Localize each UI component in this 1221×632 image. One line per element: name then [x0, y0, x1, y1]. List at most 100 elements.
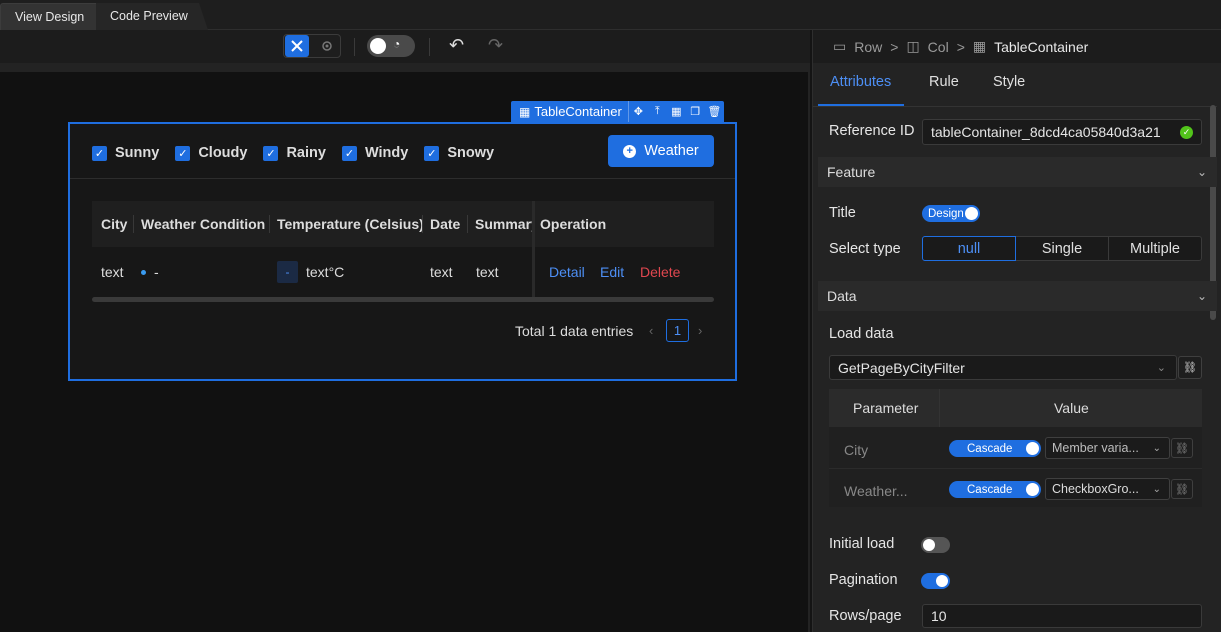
next-page-icon[interactable]: › — [698, 323, 702, 338]
checkbox-label: Snowy — [447, 145, 495, 161]
chevron-down-icon: ⌄ — [1196, 289, 1207, 303]
divider — [829, 468, 1202, 469]
select-type-null[interactable]: null — [922, 236, 1016, 261]
current-page[interactable]: 1 — [666, 319, 689, 342]
data-section-header[interactable]: Data ⌄ — [818, 281, 1217, 311]
row-icon: ▭ — [833, 38, 847, 54]
title-label: Title — [829, 205, 856, 221]
add-weather-button[interactable]: + Weather — [608, 135, 714, 167]
table-horizontal-scrollbar[interactable] — [92, 297, 714, 302]
total-entries: Total 1 data entries — [515, 323, 634, 339]
param-value: CheckboxGro... — [1052, 482, 1139, 496]
link-icon[interactable]: ⛓ — [1178, 356, 1202, 379]
preview-mode-icon[interactable] — [315, 35, 339, 57]
delete-icon[interactable]: 🗑 — [705, 101, 724, 122]
chevron-right-icon: > — [956, 38, 965, 55]
column-header[interactable]: Weather Condition — [141, 201, 269, 247]
undo-icon[interactable]: ↶ — [449, 35, 464, 56]
select-type-multiple[interactable]: Multiple — [1109, 236, 1202, 261]
filter-checkbox[interactable]: ✓ Cloudy — [175, 145, 247, 161]
param-value-select[interactable]: Member varia... ⌄ — [1045, 437, 1170, 459]
select-parent-icon[interactable]: ⤒ — [648, 101, 667, 122]
link-icon[interactable]: ⛓ — [1171, 438, 1193, 458]
divider — [813, 106, 1217, 107]
rows-per-page-label: Rows/page — [829, 608, 902, 624]
cell-date: text — [430, 264, 453, 280]
param-name: Weather... — [844, 483, 908, 499]
delete-link[interactable]: Delete — [640, 264, 680, 280]
column-divider — [422, 215, 423, 233]
tab-view-design[interactable]: View Design — [0, 3, 100, 30]
breadcrumb-col[interactable]: Col — [928, 39, 949, 55]
weather-filter-group: ✓ Sunny ✓ Cloudy ✓ Rainy ✓ Windy ✓ Snowy — [92, 145, 494, 161]
table-icon: ▦ — [519, 104, 531, 119]
component-label[interactable]: ▦ TableContainer — [511, 101, 629, 122]
breadcrumb-row[interactable]: Row — [854, 39, 882, 55]
cell-condition: - — [141, 264, 159, 280]
checkbox-label: Cloudy — [198, 145, 248, 161]
rows-per-page-input[interactable]: 10 — [922, 604, 1202, 628]
filter-checkbox[interactable]: ✓ Sunny — [92, 145, 159, 161]
tab-rule[interactable]: Rule — [929, 74, 959, 90]
reference-id-value: tableContainer_8dcd4ca05840d3a21 — [931, 124, 1161, 140]
editor-tab-bar: View Design Code Preview — [0, 0, 1221, 30]
cascade-switch[interactable]: Cascade — [949, 440, 1041, 457]
table-header: City Weather Condition Temperature (Cels… — [92, 201, 714, 300]
filter-checkbox[interactable]: ✓ Windy — [341, 145, 409, 161]
check-icon: ✓ — [92, 145, 107, 161]
cell-summary: text — [476, 264, 499, 280]
redo-icon[interactable]: ↷ — [488, 35, 503, 56]
pagination-label: Pagination — [829, 572, 898, 588]
chevron-down-icon: ⌄ — [1196, 165, 1207, 179]
select-type-single[interactable]: Single — [1016, 236, 1109, 261]
value-header: Value — [1054, 400, 1089, 416]
table-icon[interactable]: ▦ — [667, 101, 686, 122]
switch-label: Cascade — [967, 442, 1013, 455]
check-circle-icon: ✓ — [1180, 125, 1193, 139]
param-value-select[interactable]: CheckboxGro... ⌄ — [1045, 478, 1170, 500]
copy-icon[interactable]: ❐ — [686, 101, 705, 122]
filter-checkbox[interactable]: ✓ Rainy — [263, 145, 326, 161]
feature-section-header[interactable]: Feature ⌄ — [818, 157, 1217, 187]
reference-id-field[interactable]: tableContainer_8dcd4ca05840d3a21 ✓ — [922, 119, 1202, 145]
detail-link[interactable]: Detail — [549, 264, 585, 280]
title-design-switch[interactable]: Design — [922, 205, 980, 222]
filter-checkbox[interactable]: ✓ Snowy — [424, 145, 494, 161]
design-mode-icon[interactable] — [285, 35, 309, 57]
reference-label: Reference ID — [829, 123, 915, 139]
load-data-label: Load data — [829, 326, 894, 342]
theme-toggle[interactable]: ◔ — [367, 35, 415, 57]
move-icon[interactable]: ✥ — [629, 101, 648, 122]
checkbox-label: Rainy — [286, 145, 326, 161]
link-icon[interactable]: ⛓ — [1171, 479, 1193, 499]
col-icon: ◫ — [906, 38, 920, 54]
column-header[interactable]: Summary — [475, 201, 533, 247]
column-header[interactable]: Date — [430, 201, 466, 247]
chevron-down-icon: ⌄ — [1152, 483, 1161, 495]
pagination-switch[interactable] — [921, 573, 950, 589]
initial-load-switch[interactable] — [921, 537, 950, 553]
cascade-switch[interactable]: Cascade — [949, 481, 1041, 498]
tab-style[interactable]: Style — [993, 74, 1025, 90]
check-icon: ✓ — [424, 145, 440, 161]
tab-code-preview[interactable]: Code Preview — [96, 3, 208, 30]
cell-city: text — [101, 264, 124, 280]
rows-per-page-value: 10 — [931, 608, 947, 624]
column-header[interactable]: Operation — [540, 201, 640, 247]
load-data-select[interactable]: GetPageByCityFilter ⌄ — [829, 355, 1177, 380]
checkbox-label: Windy — [364, 145, 409, 161]
column-header[interactable]: Temperature (Celsius) — [277, 201, 423, 247]
tab-attributes[interactable]: Attributes — [830, 74, 891, 90]
edit-link[interactable]: Edit — [600, 264, 624, 280]
checkbox-label: Sunny — [115, 145, 160, 161]
toolbar-divider — [429, 38, 430, 56]
condition-value: - — [154, 264, 159, 280]
select-type-label: Select type — [829, 241, 901, 257]
table-container[interactable]: ✓ Sunny ✓ Cloudy ✓ Rainy ✓ Windy ✓ Snowy + We… — [68, 122, 737, 381]
switch-knob — [936, 575, 948, 587]
component-name: TableContainer — [534, 104, 622, 119]
param-value: Member varia... — [1052, 441, 1139, 455]
switch-knob — [1026, 483, 1039, 496]
prev-page-icon[interactable]: ‹ — [649, 323, 653, 338]
toggle-knob — [370, 38, 386, 54]
